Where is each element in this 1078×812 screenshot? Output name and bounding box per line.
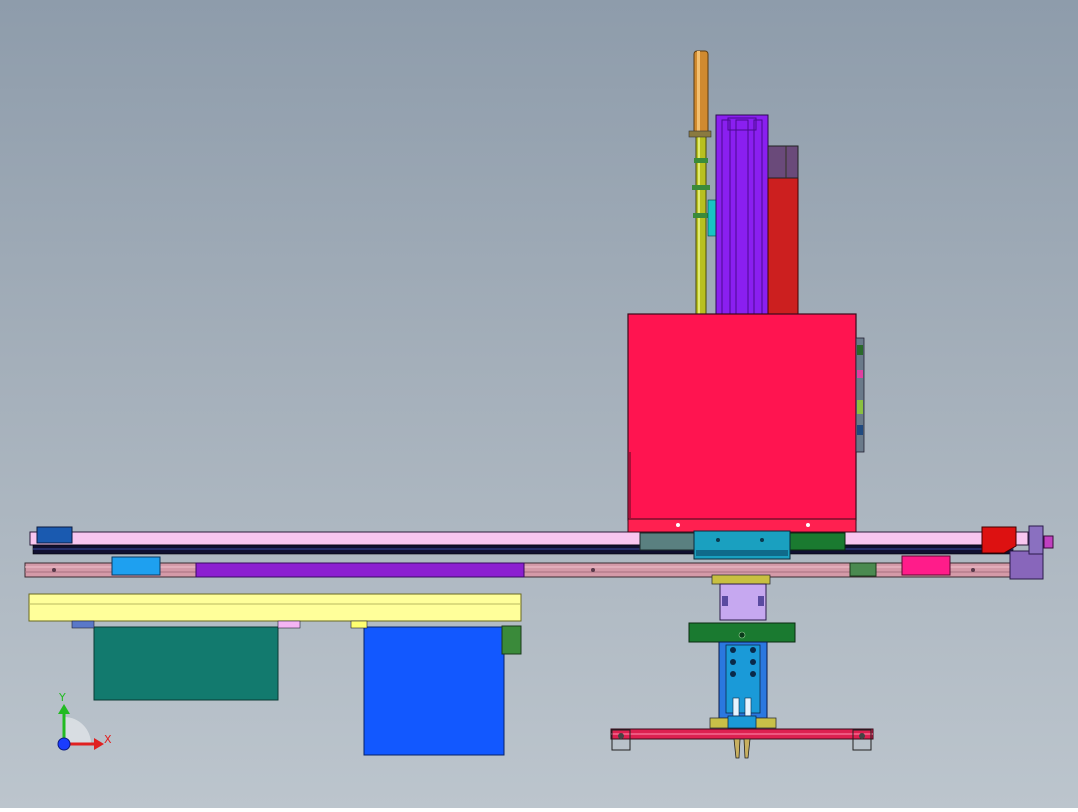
teal-box[interactable] bbox=[93, 626, 279, 701]
rod-clamp-3 bbox=[693, 213, 709, 218]
housing-base-strip bbox=[627, 518, 857, 533]
yellow-connector bbox=[711, 574, 771, 585]
blue-end-block-left[interactable] bbox=[36, 526, 73, 544]
end-bracket[interactable] bbox=[1009, 550, 1044, 580]
blue-box-bracket[interactable] bbox=[501, 625, 522, 655]
magenta-slider[interactable] bbox=[901, 555, 951, 576]
guide-rod-gold[interactable] bbox=[693, 50, 709, 137]
green-plate[interactable] bbox=[789, 532, 846, 551]
gray-plate[interactable] bbox=[639, 532, 695, 551]
crimson-housing[interactable] bbox=[627, 313, 857, 521]
pink-top-beam[interactable] bbox=[29, 531, 1029, 546]
lower-left-fixture[interactable] bbox=[28, 593, 522, 756]
x-axis-label: X bbox=[104, 733, 112, 746]
gripper-head[interactable] bbox=[688, 574, 796, 729]
assembly-drawing[interactable]: Y X bbox=[0, 0, 1078, 808]
rod-collar bbox=[688, 130, 712, 138]
end-post[interactable] bbox=[1028, 525, 1044, 555]
cad-viewport[interactable]: Y X bbox=[0, 0, 1078, 808]
blue-slider-left[interactable] bbox=[111, 556, 161, 576]
vertical-lift-assembly[interactable] bbox=[688, 50, 799, 317]
rod-clamp-2 bbox=[692, 185, 710, 190]
end-knob[interactable] bbox=[1043, 535, 1054, 549]
purple-column[interactable] bbox=[715, 114, 769, 317]
carriage[interactable] bbox=[639, 530, 846, 560]
red-column-cap bbox=[767, 145, 799, 179]
red-end-cap[interactable] bbox=[981, 526, 1017, 554]
yellow-tray[interactable] bbox=[28, 593, 522, 622]
triad-origin bbox=[57, 737, 71, 751]
tray-foot-yellow bbox=[350, 620, 368, 629]
rod-clamp-1 bbox=[694, 158, 708, 163]
finger-right bbox=[743, 738, 751, 759]
horizontal-beam-assembly[interactable] bbox=[24, 525, 1054, 580]
gripper-bar[interactable] bbox=[610, 728, 874, 759]
tray-foot-left bbox=[71, 620, 95, 629]
main-housing[interactable] bbox=[627, 313, 865, 533]
tray-foot-pink bbox=[277, 620, 301, 629]
purple-rail-strip[interactable] bbox=[195, 562, 525, 578]
y-axis-label: Y bbox=[58, 691, 66, 704]
pink-lower-rail[interactable] bbox=[24, 562, 1044, 578]
blue-box[interactable] bbox=[363, 626, 505, 756]
finger-left bbox=[733, 738, 741, 759]
green-slider[interactable] bbox=[849, 562, 877, 577]
